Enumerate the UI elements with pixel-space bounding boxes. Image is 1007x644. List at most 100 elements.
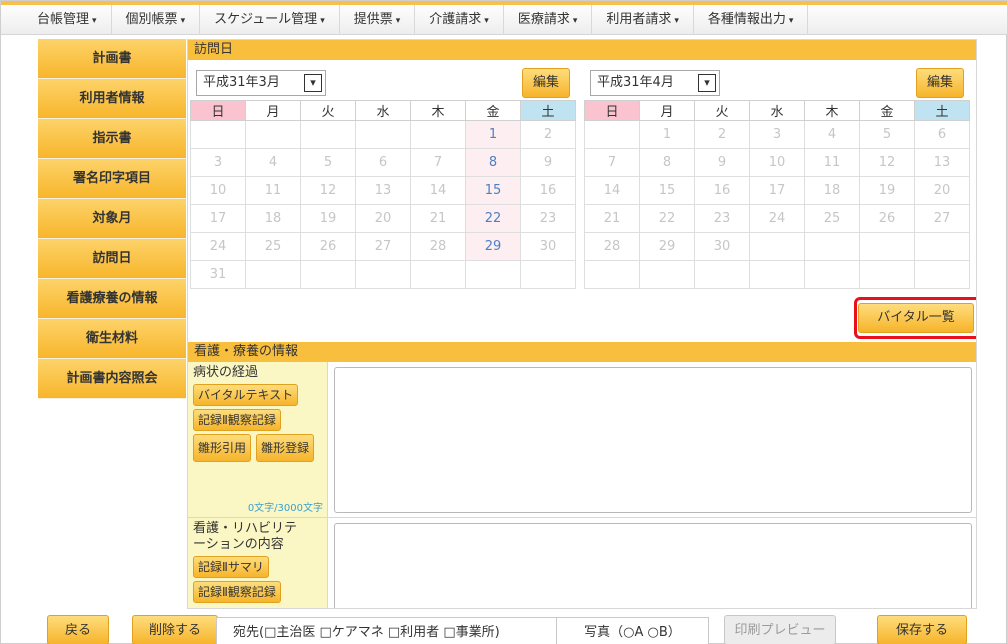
menu-item[interactable]: 医療請求 ▾ [504, 5, 593, 35]
calendar-day[interactable]: 18 [245, 204, 301, 233]
calendar-day[interactable]: 12 [300, 176, 356, 205]
edit-button-march[interactable]: 編集 [522, 68, 570, 98]
print-preview-button[interactable]: 印刷プレビュー [724, 615, 836, 644]
calendar-day[interactable]: 16 [694, 176, 750, 205]
calendar-day[interactable]: 23 [694, 204, 750, 233]
calendar-day[interactable]: 24 [190, 232, 246, 261]
calendar-day[interactable]: 26 [859, 204, 915, 233]
side-nav-item[interactable]: 衛生材料 [38, 319, 186, 359]
record2-summary-button[interactable]: 記録Ⅱサマリ [193, 556, 269, 578]
weekday-header: 木 [804, 100, 860, 121]
side-nav-item[interactable]: 対象月 [38, 199, 186, 239]
calendar-day[interactable]: 5 [859, 120, 915, 149]
calendar-day[interactable]: 16 [520, 176, 576, 205]
calendar-day[interactable]: 1 [639, 120, 695, 149]
side-nav-item[interactable]: 署名印字項目 [38, 159, 186, 199]
calendar-day[interactable]: 20 [355, 204, 411, 233]
side-nav-item[interactable]: 利用者情報 [38, 79, 186, 119]
calendar-day[interactable]: 27 [914, 204, 970, 233]
calendar-day[interactable]: 2 [520, 120, 576, 149]
menu-item[interactable]: 各種情報出力 ▾ [694, 5, 809, 35]
calendar-day[interactable]: 18 [804, 176, 860, 205]
calendar-day[interactable]: 13 [914, 148, 970, 177]
calendar-day[interactable]: 27 [355, 232, 411, 261]
destination-checkboxes[interactable]: 宛先(□主治医 □ケアマネ □利用者 □事業所) [216, 617, 561, 644]
calendar-day[interactable]: 15 [639, 176, 695, 205]
menu-item[interactable]: スケジュール管理 ▾ [200, 5, 340, 35]
edit-button-april[interactable]: 編集 [916, 68, 964, 98]
side-nav-item[interactable]: 訪問日 [38, 239, 186, 279]
calendar-day[interactable]: 29 [465, 232, 521, 261]
calendar-day[interactable]: 31 [190, 260, 246, 289]
caret-down-icon: ▾ [320, 16, 325, 26]
calendar-day[interactable]: 19 [300, 204, 356, 233]
calendar-day[interactable]: 9 [520, 148, 576, 177]
month-select-march[interactable]: 平成31年3月 ▾ [196, 70, 326, 96]
side-nav-item[interactable]: 計画書内容照会 [38, 359, 186, 399]
calendar-day[interactable]: 21 [410, 204, 466, 233]
calendar-day[interactable]: 4 [245, 148, 301, 177]
calendar-day[interactable]: 25 [804, 204, 860, 233]
calendar-day[interactable]: 13 [355, 176, 411, 205]
menu-item[interactable]: 個別帳票 ▾ [112, 5, 201, 35]
menu-item[interactable]: 介護請求 ▾ [415, 5, 504, 35]
calendar-day[interactable]: 24 [749, 204, 805, 233]
calendar-day[interactable]: 17 [190, 204, 246, 233]
calendar-day[interactable]: 23 [520, 204, 576, 233]
calendar-day[interactable]: 4 [804, 120, 860, 149]
vital-text-button[interactable]: バイタルテキスト [193, 384, 299, 406]
calendar-day[interactable]: 30 [520, 232, 576, 261]
calendar-day[interactable]: 10 [190, 176, 246, 205]
calendar-day[interactable]: 5 [300, 148, 356, 177]
calendar-day[interactable]: 7 [584, 148, 640, 177]
record2-observation-button-2[interactable]: 記録Ⅱ観察記録 [193, 581, 281, 603]
calendar-day[interactable]: 17 [749, 176, 805, 205]
photo-radio-group[interactable]: 写真（○A ○B） [556, 617, 709, 644]
side-nav-item[interactable]: 看護療養の情報 [38, 279, 186, 319]
calendar-day[interactable]: 29 [639, 232, 695, 261]
calendar-day[interactable]: 15 [465, 176, 521, 205]
delete-button[interactable]: 削除する [132, 615, 218, 644]
month-select-april[interactable]: 平成31年4月 ▾ [590, 70, 720, 96]
side-nav-item[interactable]: 指示書 [38, 119, 186, 159]
calendar-day[interactable]: 14 [410, 176, 466, 205]
calendar-day[interactable]: 8 [639, 148, 695, 177]
calendar-day[interactable]: 3 [190, 148, 246, 177]
menu-item[interactable]: 提供票 ▾ [340, 5, 416, 35]
calendar-day[interactable]: 12 [859, 148, 915, 177]
save-button[interactable]: 保存する [877, 615, 967, 644]
back-button[interactable]: 戻る [47, 615, 109, 644]
condition-textarea[interactable] [334, 367, 972, 513]
top-menu-bar: 台帳管理 ▾ 個別帳票 ▾ スケジュール管理 ▾ 提供票 ▾ 介護請求 ▾ 医療請求 ▾ 利用者請求 ▾ 各… [1, 1, 1007, 35]
vital-list-button[interactable]: バイタル一覧 [858, 303, 974, 333]
calendar-day[interactable]: 3 [749, 120, 805, 149]
record2-observation-button[interactable]: 記録Ⅱ観察記録 [193, 409, 281, 431]
template-quote-button[interactable]: 雛形引用 [193, 434, 252, 462]
calendar-day[interactable]: 19 [859, 176, 915, 205]
calendar-day[interactable]: 10 [749, 148, 805, 177]
calendar-day[interactable]: 6 [355, 148, 411, 177]
calendar-day[interactable]: 1 [465, 120, 521, 149]
calendar-day[interactable]: 25 [245, 232, 301, 261]
calendar-day[interactable]: 11 [804, 148, 860, 177]
rehab-textarea[interactable] [334, 523, 972, 608]
calendar-day[interactable]: 7 [410, 148, 466, 177]
calendar-day[interactable]: 20 [914, 176, 970, 205]
calendar-day[interactable]: 26 [300, 232, 356, 261]
template-register-button[interactable]: 雛形登録 [256, 434, 315, 462]
calendar-day[interactable]: 22 [639, 204, 695, 233]
calendar-day[interactable]: 9 [694, 148, 750, 177]
side-nav-item[interactable]: 計画書 [38, 39, 186, 79]
calendar-day[interactable]: 21 [584, 204, 640, 233]
calendar-day[interactable]: 28 [410, 232, 466, 261]
calendar-day[interactable]: 30 [694, 232, 750, 261]
menu-item[interactable]: 利用者請求 ▾ [592, 5, 694, 35]
calendar-day[interactable]: 8 [465, 148, 521, 177]
calendar-day[interactable]: 6 [914, 120, 970, 149]
calendar-day[interactable]: 22 [465, 204, 521, 233]
calendar-day[interactable]: 28 [584, 232, 640, 261]
menu-item[interactable]: 台帳管理 ▾ [1, 5, 112, 35]
calendar-day[interactable]: 11 [245, 176, 301, 205]
calendar-day[interactable]: 2 [694, 120, 750, 149]
calendar-day[interactable]: 14 [584, 176, 640, 205]
